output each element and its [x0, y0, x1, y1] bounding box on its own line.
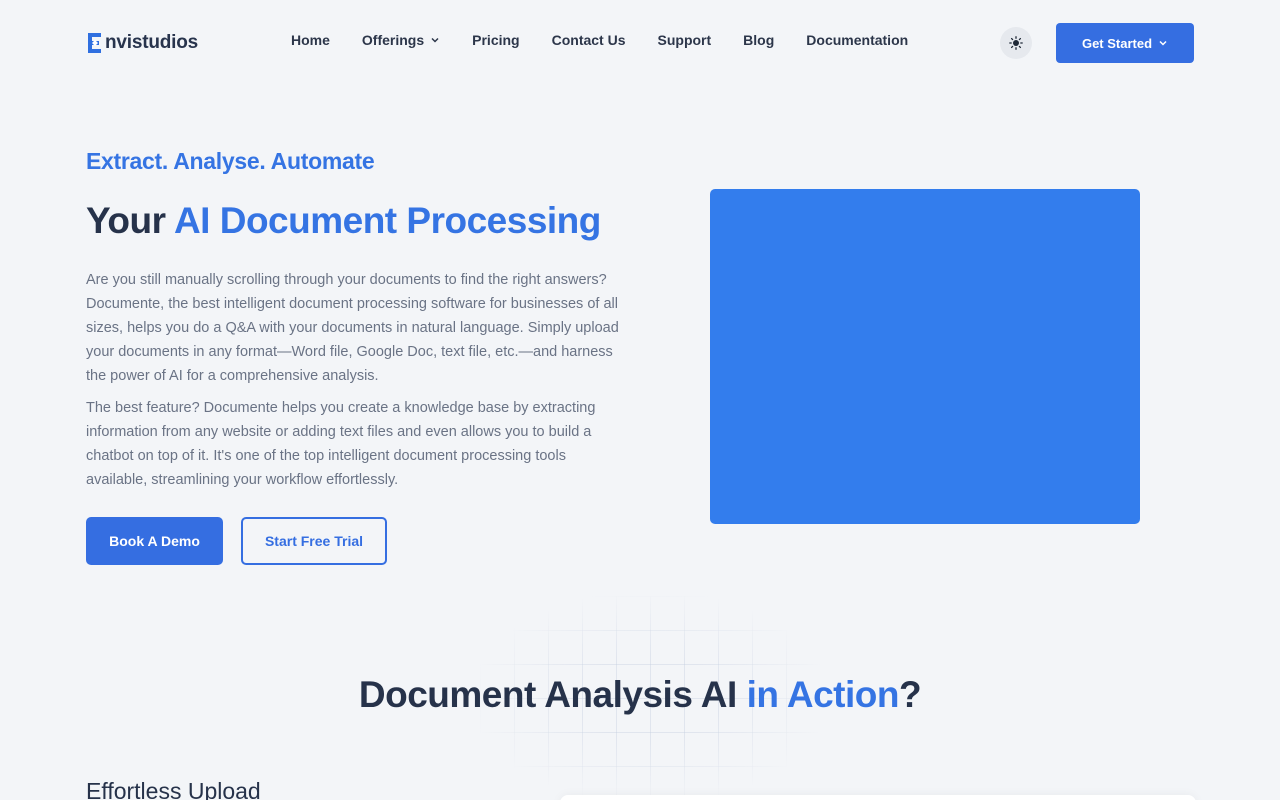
- logo-e-icon: [88, 33, 101, 53]
- book-demo-button[interactable]: Book A Demo: [86, 517, 223, 565]
- nav-link-contact-us[interactable]: Contact Us: [552, 32, 626, 48]
- brand-logo[interactable]: nvistudios: [86, 30, 198, 56]
- feature-heading: Effortless Upload: [86, 778, 261, 800]
- nav-link-label: Blog: [743, 32, 775, 48]
- hero-visual: [710, 189, 1140, 524]
- section-title-plain: Document Analysis AI: [358, 674, 747, 715]
- nav-link-label: Contact Us: [551, 32, 626, 48]
- section-title-accent: in Action: [746, 674, 900, 715]
- sun-icon: [1009, 36, 1023, 50]
- chevron-down-icon: [431, 37, 439, 43]
- get-started-button[interactable]: Get Started: [1056, 23, 1194, 63]
- nav-link-support[interactable]: Support: [658, 32, 712, 48]
- hero-paragraph-1: Are you still manually scrolling through…: [86, 272, 619, 384]
- theme-toggle-button[interactable]: [1000, 27, 1032, 59]
- top-navigation: nvistudios Home Offerings Pricing Contac…: [0, 0, 1280, 86]
- section-title: Document Analysis AI in Action?: [0, 674, 1280, 716]
- nav-link-offerings[interactable]: Offerings: [362, 32, 440, 48]
- nav-link-documentation[interactable]: Documentation: [806, 32, 908, 48]
- hero-title-accent: AI Document Processing: [173, 200, 601, 241]
- nav-link-pricing[interactable]: Pricing: [472, 32, 519, 48]
- nav-link-label: Support: [657, 32, 712, 48]
- chevron-down-icon: [1159, 40, 1167, 46]
- start-free-trial-button[interactable]: Start Free Trial: [241, 517, 387, 565]
- brand-name: nvistudios: [105, 32, 199, 53]
- nav-link-label: Documentation: [806, 32, 909, 48]
- nav-link-label: Pricing: [472, 32, 520, 48]
- get-started-label: Get Started: [1081, 35, 1153, 51]
- feature-card: [560, 795, 1196, 800]
- nav-link-blog[interactable]: Blog: [743, 32, 774, 48]
- nav-links: Home Offerings Pricing Contact Us Suppor…: [291, 32, 940, 48]
- section-title-suffix: ?: [898, 674, 922, 715]
- hero-title: Your AI Document Processing: [86, 200, 601, 242]
- nav-link-label: Offerings: [361, 32, 425, 48]
- hero-title-plain: Your: [86, 200, 174, 241]
- nav-link-label: Home: [291, 32, 330, 48]
- hero-tagline: Extract. Analyse. Automate: [86, 148, 375, 174]
- nav-link-home[interactable]: Home: [291, 32, 330, 48]
- hero-paragraph-2: The best feature? Documente helps you cr…: [86, 400, 596, 488]
